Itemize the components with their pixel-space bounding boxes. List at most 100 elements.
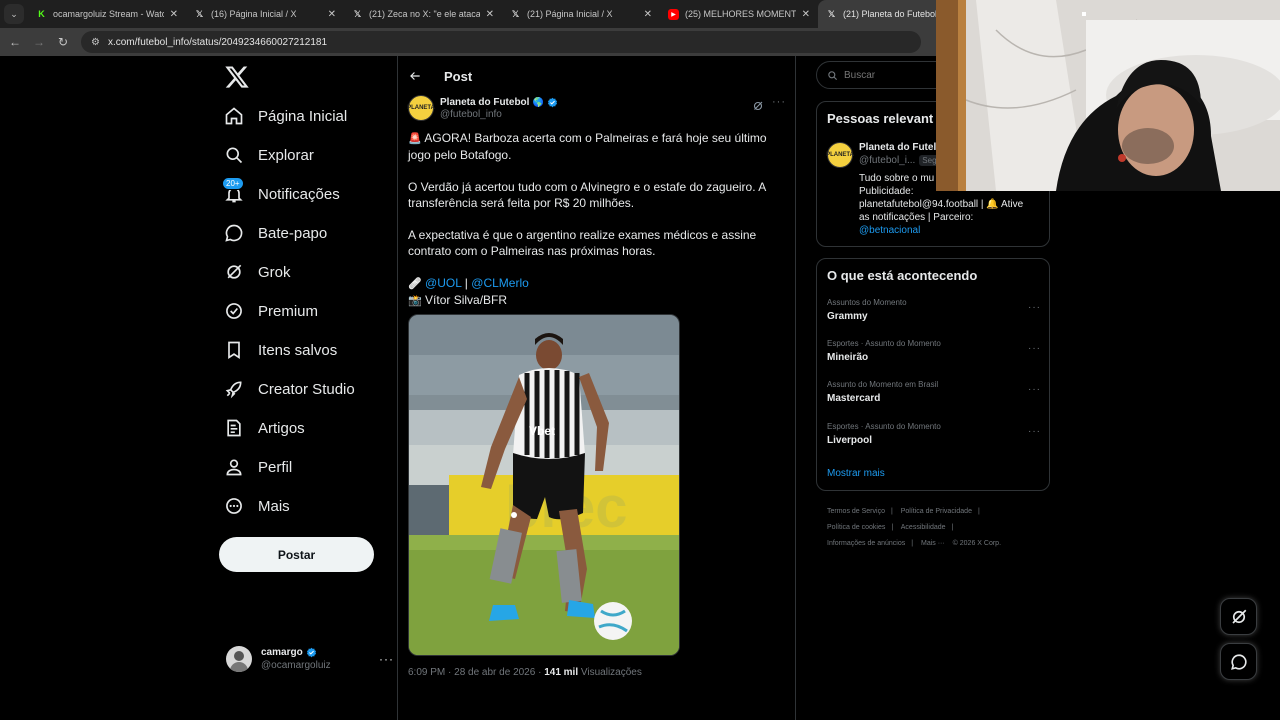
mention-link[interactable]: @CLMerlo: [471, 276, 529, 290]
trend-item[interactable]: Esportes · Assunto do Momento Mineirão ·…: [827, 339, 1041, 373]
site-info-icon[interactable]: ⚙: [91, 37, 100, 48]
tab-title: (25) MELHORES MOMENTOS: C: [685, 9, 796, 19]
nav-label: Página Inicial: [258, 107, 348, 125]
verified-badge-icon: [547, 97, 557, 107]
back-arrow-icon[interactable]: [408, 69, 422, 83]
person-name[interactable]: Planeta do Futel: [859, 142, 940, 153]
nav-label: Premium: [258, 302, 319, 320]
x-icon: 𝕏: [511, 8, 520, 19]
nav-item-articles[interactable]: Artigos: [224, 413, 305, 443]
terms-link[interactable]: Termos de Serviço: [827, 508, 885, 515]
trend-context: Assunto do Momento em Brasil: [827, 380, 939, 389]
browser-tab[interactable]: 𝕏 (21) Página Inicial / X ✕: [502, 0, 660, 28]
bio-line: planetafutebol@94.football | 🔔 Ative: [859, 199, 1024, 210]
author-handle[interactable]: @futebol_info: [440, 109, 558, 120]
nav-label: Bate-papo: [258, 224, 328, 242]
account-switcher[interactable]: camargo @ocamargoluiz ···: [226, 644, 393, 674]
browser-tab[interactable]: 𝕏 (16) Página Inicial / X ✕: [186, 0, 344, 28]
post-image[interactable]: brec Vbet: [408, 314, 680, 656]
tab-close-icon[interactable]: ✕: [170, 9, 178, 20]
trend-context: Esportes · Assunto do Momento: [827, 339, 941, 348]
bookmark-icon: [228, 341, 240, 360]
reload-icon[interactable]: ↻: [51, 35, 75, 49]
nav-label: Artigos: [258, 419, 305, 437]
accessibility-link[interactable]: Acessibilidade: [901, 524, 946, 531]
bell-icon: 20+: [222, 177, 244, 204]
grok-icon[interactable]: [752, 100, 764, 112]
person-handle-row: @futebol_i... Seg: [859, 155, 940, 166]
siren-emoji: 🚨: [408, 133, 422, 145]
nav-item-chat[interactable]: Bate-papo: [224, 218, 327, 248]
trend-item[interactable]: Assunto do Momento em Brasil Mastercard …: [827, 380, 1041, 414]
chat-icon: [225, 224, 243, 242]
tab-close-icon[interactable]: ✕: [644, 9, 652, 20]
browser-tab[interactable]: 𝕏 (21) Zeca no X: "e ele ataca nov ✕: [344, 0, 502, 28]
nav-item-more[interactable]: Mais: [224, 491, 290, 521]
tab-title: (16) Página Inicial / X: [211, 9, 297, 19]
more-horizontal-icon[interactable]: ···: [1028, 426, 1041, 437]
account-name: camargo: [261, 647, 331, 658]
more-horizontal-icon[interactable]: ···: [772, 96, 786, 108]
more-horizontal-icon[interactable]: ···: [1028, 302, 1041, 313]
nav-label: Perfil: [258, 458, 293, 476]
youtube-icon: ▶: [668, 8, 679, 20]
post-paragraph: AGORA! Barboza acerta com o Palmeiras e …: [408, 131, 767, 162]
x-logo-icon[interactable]: [224, 64, 250, 90]
trend-item[interactable]: Esportes · Assunto do Momento Liverpool …: [827, 422, 1041, 456]
messages-fab-button[interactable]: [1220, 643, 1257, 680]
more-horizontal-icon[interactable]: ···: [379, 652, 394, 666]
back-icon[interactable]: ←: [3, 35, 27, 49]
tab-close-icon[interactable]: ✕: [328, 9, 336, 20]
nav-item-explore[interactable]: Explorar: [224, 140, 314, 170]
nav-item-grok[interactable]: Grok: [224, 257, 291, 287]
premium-icon: [226, 303, 242, 319]
address-bar[interactable]: ⚙ x.com/futebol_info/status/204923466002…: [81, 31, 921, 53]
ads-info-link[interactable]: Informações de anúncios: [827, 540, 905, 547]
nav-item-profile[interactable]: Perfil: [224, 452, 292, 482]
author-avatar[interactable]: PLANETA: [407, 95, 435, 121]
trends-card: O que está acontecendo Assuntos do Momen…: [816, 258, 1050, 491]
nav-item-creator-studio[interactable]: Creator Studio: [224, 374, 355, 404]
post-text: 🚨 AGORA! Barboza acerta com o Palmeiras …: [408, 130, 788, 309]
more-horizontal-icon[interactable]: ···: [1028, 343, 1041, 354]
avatar[interactable]: PLANETA: [826, 142, 854, 168]
photo-credit: Vítor Silva/BFR: [421, 293, 508, 307]
nav-item-home[interactable]: Página Inicial: [224, 101, 347, 131]
trend-name: Liverpool: [827, 435, 873, 446]
browser-tab[interactable]: K ocamargoluiz Stream - Watch L ✕: [28, 0, 186, 28]
more-link[interactable]: Mais ···: [921, 540, 945, 547]
nav-label: Mais: [258, 497, 290, 515]
show-more-link[interactable]: Mostrar mais: [827, 468, 885, 479]
football-player-photo: brec Vbet: [409, 315, 679, 655]
tab-close-icon[interactable]: ✕: [486, 9, 494, 20]
post-detail-column: Post PLANETA Planeta do Futebol 🌎 @futeb…: [397, 56, 796, 720]
cookies-link[interactable]: Política de cookies: [827, 524, 885, 531]
person-icon: [226, 459, 242, 476]
post-author: PLANETA Planeta do Futebol 🌎 @futebol_in…: [407, 94, 788, 122]
nav-item-notifications[interactable]: 20+ Notificações: [222, 177, 340, 209]
bio-line: as notificações | Parceiro:: [859, 212, 974, 223]
bio-mention-link[interactable]: @betnacional: [859, 224, 1041, 237]
footer-links: Termos de Serviço | Política de Privacida…: [827, 508, 1002, 547]
mention-link[interactable]: @UOL: [425, 276, 461, 290]
url-text: x.com/futebol_info/status/20492346600272…: [107, 36, 328, 48]
more-horizontal-icon[interactable]: ···: [1028, 384, 1041, 395]
grok-fab-button[interactable]: [1220, 598, 1257, 635]
grok-icon: [227, 264, 242, 279]
nav-item-premium[interactable]: Premium: [224, 296, 318, 326]
copyright: © 2026 X Corp.: [952, 540, 1002, 547]
nav-label: Creator Studio: [258, 380, 355, 398]
privacy-link[interactable]: Política de Privacidade: [901, 508, 972, 515]
author-name[interactable]: Planeta do Futebol 🌎: [440, 97, 558, 108]
nav-item-bookmarks[interactable]: Itens salvos: [224, 335, 337, 365]
left-sidebar: Página Inicial Explorar 20+ Notificações…: [214, 56, 394, 720]
tab-close-icon[interactable]: ✕: [802, 9, 810, 20]
forward-icon[interactable]: →: [27, 35, 51, 49]
views-label: Visualizações: [578, 667, 642, 678]
tab-search-chevron-icon[interactable]: ⌄: [4, 4, 24, 24]
trend-item[interactable]: Assuntos do Momento Grammy ···: [827, 298, 1041, 332]
browser-tab[interactable]: ▶ (25) MELHORES MOMENTOS: C ✕: [660, 0, 818, 28]
tab-title: (21) Zeca no X: "e ele ataca nov: [369, 9, 480, 19]
post-timestamp[interactable]: 6:09 PM · 28 de abr de 2026 ·: [408, 667, 544, 678]
post-button[interactable]: Postar: [219, 537, 374, 572]
